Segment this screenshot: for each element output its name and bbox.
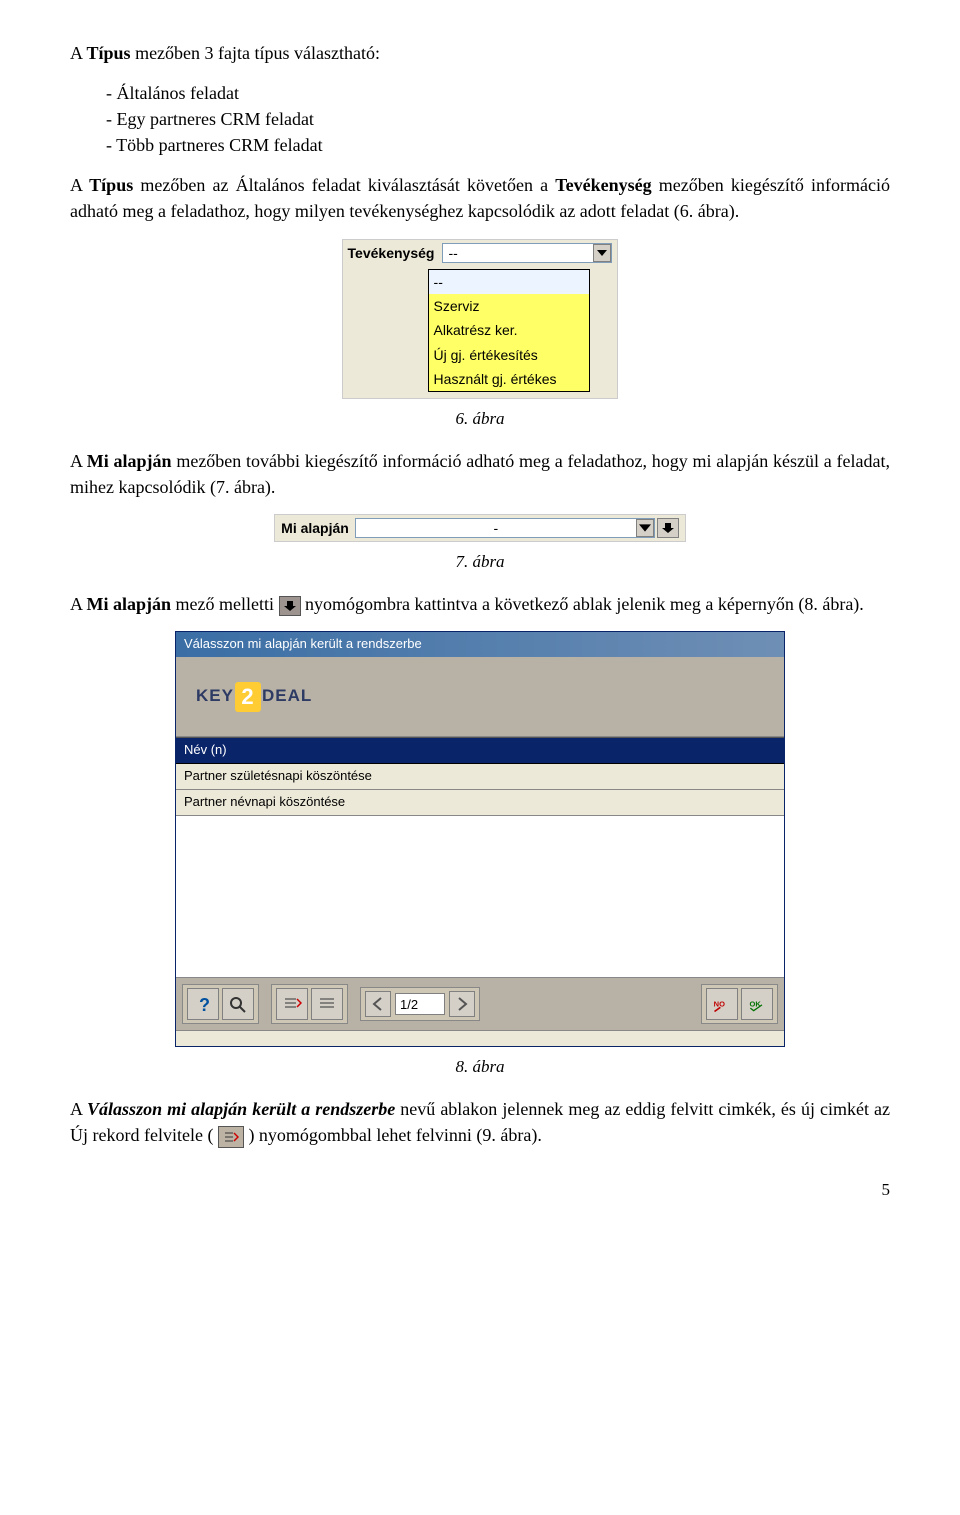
- fig7-caption: 7. ábra: [70, 550, 890, 575]
- mi-alapjan-field-row: Mi alapján -: [274, 514, 686, 542]
- option-item[interactable]: --: [429, 270, 589, 294]
- list-item: Általános feladat: [106, 80, 890, 106]
- valasszon-dialog: Válasszon mi alapján került a rendszerbe…: [175, 631, 785, 1047]
- key2deal-logo: KEY 2 DEAL: [196, 682, 312, 712]
- dialog-grid: Név (n) Partner születésnapi köszöntése …: [176, 737, 784, 977]
- tevekenyseg-select[interactable]: --: [442, 243, 612, 263]
- tevekenyseg-dropdown: Tevékenység -- -- Szerviz Alkatrész ker.…: [342, 239, 619, 400]
- paragraph-tipus: A Típus mezőben 3 fajta típus választhat…: [70, 40, 890, 66]
- no-button[interactable]: NO: [706, 988, 738, 1020]
- list-item: Több partneres CRM feladat: [106, 132, 890, 158]
- mi-alapjan-select[interactable]: -: [355, 518, 655, 538]
- new-record-icon: [218, 1126, 244, 1148]
- type-options-list: Általános feladat Egy partneres CRM fela…: [70, 80, 890, 158]
- new-record-button[interactable]: [276, 988, 308, 1020]
- pager: 1/2: [360, 987, 480, 1021]
- fig6-caption: 6. ábra: [70, 407, 890, 432]
- search-button[interactable]: [222, 988, 254, 1020]
- table-row[interactable]: Partner születésnapi köszöntése: [176, 764, 784, 790]
- pager-prev-button[interactable]: [365, 991, 391, 1017]
- option-item[interactable]: Szerviz: [429, 294, 589, 318]
- mi-alapjan-label: Mi alapján: [281, 518, 349, 538]
- tevekenyseg-label: Tevékenység: [348, 243, 435, 263]
- paragraph-valasszon: A Válasszon mi alapján került a rendszer…: [70, 1096, 890, 1148]
- dialog-banner: KEY 2 DEAL: [176, 657, 784, 737]
- option-item[interactable]: Használt gj. értékes: [429, 367, 589, 391]
- dropdown-arrow-icon[interactable]: [593, 244, 611, 262]
- paragraph-tevekenyseg: A Típus mezőben az Általános feladat kiv…: [70, 172, 890, 224]
- paragraph-mi-alapjan-button: A Mi alapján mező melletti nyomógombra k…: [70, 591, 890, 617]
- lookup-arrow-icon: [279, 596, 301, 616]
- grid-header[interactable]: Név (n): [176, 738, 784, 764]
- help-button[interactable]: ?: [187, 988, 219, 1020]
- dropdown-arrow-icon[interactable]: [636, 519, 654, 537]
- list-item: Egy partneres CRM feladat: [106, 106, 890, 132]
- paragraph-mi-alapjan: A Mi alapján mezőben további kiegészítő …: [70, 448, 890, 500]
- svg-text:?: ?: [199, 995, 210, 1013]
- table-row[interactable]: Partner névnapi köszöntése: [176, 790, 784, 816]
- pager-display: 1/2: [395, 993, 445, 1015]
- mi-alapjan-lookup-button[interactable]: [657, 518, 679, 538]
- dialog-toolbar: ? 1/2 NO OK: [176, 977, 784, 1030]
- list-button[interactable]: [311, 988, 343, 1020]
- dialog-status-bar: [176, 1030, 784, 1046]
- option-item[interactable]: Alkatrész ker.: [429, 318, 589, 342]
- fig8-caption: 8. ábra: [70, 1055, 890, 1080]
- page-number: 5: [70, 1178, 890, 1203]
- dialog-title-bar: Válasszon mi alapján került a rendszerbe: [176, 632, 784, 657]
- tevekenyseg-options: -- Szerviz Alkatrész ker. Új gj. értékes…: [428, 269, 590, 392]
- option-item[interactable]: Új gj. értékesítés: [429, 343, 589, 367]
- pager-next-button[interactable]: [449, 991, 475, 1017]
- ok-button[interactable]: OK: [741, 988, 773, 1020]
